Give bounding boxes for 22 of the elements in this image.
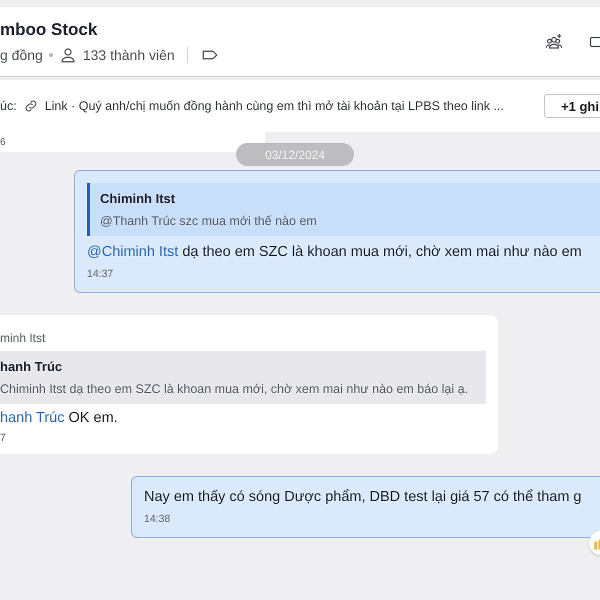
message-text: Nay em thấy có sóng Dược phẩm, DBD test lại giá 57 có thể tham g: [144, 489, 582, 505]
message-time: 14:38: [144, 513, 172, 525]
message-text: @Chiminh Itst dạ theo em SZC là khoan mua mới, chờ xem mai như nào em: [87, 244, 583, 260]
quoted-author: Chiminh Itst: [100, 191, 176, 206]
group-title: mboo Stock: [0, 20, 98, 40]
pinned-label: úc:: [0, 99, 17, 113]
quoted-text: @Thanh Trúc szc mua mới thế nào em: [100, 214, 318, 228]
member-count[interactable]: 133 thành viên: [82, 46, 175, 62]
person-icon: [58, 46, 77, 64]
separator-dot: [48, 52, 53, 56]
more-pinned-button[interactable]: +1 ghi: [544, 94, 600, 118]
quoted-author: hanh Trúc: [0, 359, 64, 374]
mention-link[interactable]: @Chiminh Itst: [87, 244, 178, 260]
mention-link[interactable]: hanh Trúc: [0, 410, 64, 426]
message-time: 14:37: [87, 268, 114, 280]
message-time: 7: [0, 432, 7, 444]
message-text: hanh Trúc OK em.: [0, 410, 119, 426]
message-time: 6: [0, 136, 6, 148]
quoted-text: Chiminh Itst dạ theo em SZC là khoan mua mới, chờ xem mai như nào em báo lại ạ.: [0, 382, 470, 396]
community-label: g đồng: [0, 46, 43, 62]
sender-name: minh Itst: [0, 331, 46, 345]
pinned-text[interactable]: Link · Quý anh/chị muốn đồng hành cùng em thì mở tài khoản tại LPBS theo link ...: [44, 99, 504, 113]
